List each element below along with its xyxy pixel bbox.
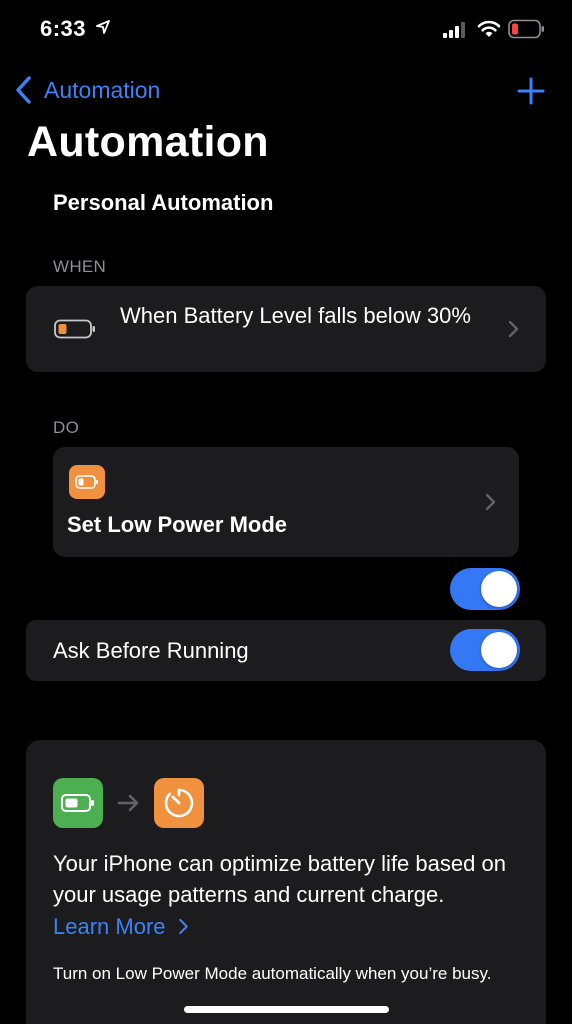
learn-more-link[interactable]: Learn More [53, 911, 189, 942]
learn-more-label: Learn More [53, 914, 166, 939]
ask-before-running-label: Ask Before Running [53, 638, 249, 663]
battery-low-icon [54, 319, 95, 339]
location-arrow-icon [96, 20, 110, 34]
suggestion-subtext: Turn on Low Power Mode automatically whe… [53, 964, 492, 983]
timer-tile [154, 778, 204, 828]
action-icon-tile [69, 465, 105, 499]
battery-low-icon [508, 19, 544, 39]
do-group-label: DO [53, 418, 80, 437]
suggestion-card: Your iPhone can optimize battery life ba… [26, 740, 546, 1024]
battery-icon [61, 794, 94, 812]
action-toggle[interactable] [450, 568, 520, 610]
page-title: Automation [27, 118, 269, 166]
chevron-left-icon [16, 76, 31, 104]
do-action-card[interactable]: Set Low Power Mode [53, 447, 519, 557]
section-heading: Personal Automation [53, 190, 274, 215]
back-button[interactable]: Automation [14, 74, 160, 106]
home-indicator[interactable] [184, 1006, 389, 1013]
battery-icon [75, 475, 98, 489]
chevron-right-icon [508, 320, 519, 338]
when-group-label: WHEN [53, 257, 107, 276]
suggestion-body: Your iPhone can optimize battery life ba… [53, 851, 506, 907]
wifi-icon [477, 20, 501, 37]
status-bar: 6:33 [0, 0, 572, 60]
ask-before-running-toggle[interactable] [450, 629, 520, 671]
when-trigger-text: When Battery Level falls below 30% [120, 303, 471, 328]
toggle-knob [481, 632, 517, 668]
action-title: Set Low Power Mode [67, 512, 288, 537]
plus-icon[interactable] [514, 74, 548, 108]
status-time: 6:33 [40, 16, 87, 41]
when-trigger-row[interactable]: When Battery Level falls below 30% [26, 286, 546, 372]
cellular-signal-icon [443, 22, 465, 38]
back-button-label: Automation [44, 76, 161, 103]
chevron-right-icon [178, 918, 188, 935]
toggle-knob [481, 571, 517, 607]
battery-tile [53, 778, 103, 828]
timer-icon [164, 788, 194, 818]
arrow-right-icon [117, 794, 139, 812]
chevron-right-icon [485, 493, 496, 511]
